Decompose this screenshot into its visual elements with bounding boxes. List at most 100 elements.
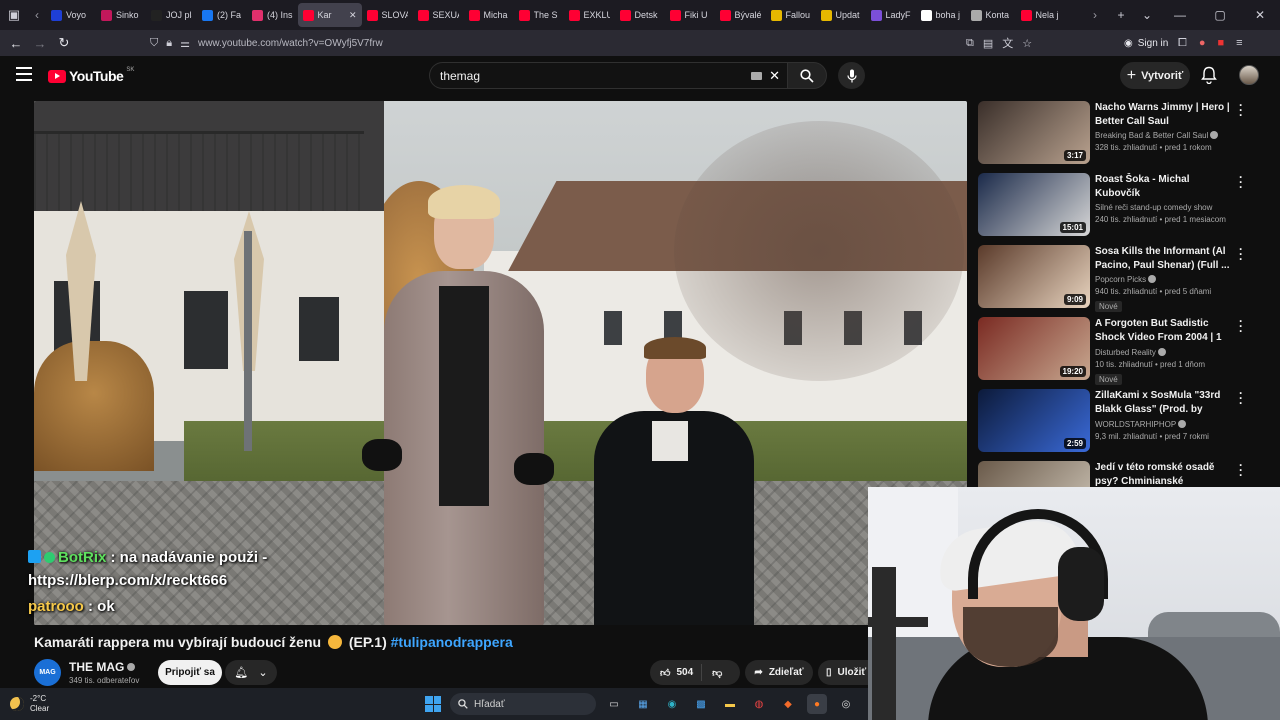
recommendation-thumbnail[interactable]: 3:17 <box>978 101 1090 164</box>
forward-icon[interactable]: → <box>28 36 52 51</box>
browser-tab[interactable]: JOJ play <box>146 3 197 27</box>
channel-name-text[interactable]: Popcorn Picks <box>1095 275 1146 284</box>
extensions-icon[interactable]: ⧠ <box>1178 37 1187 50</box>
reload-icon[interactable]: ↻ <box>52 35 76 51</box>
more-actions-icon[interactable]: · · · <box>1237 315 1245 337</box>
browser-tab[interactable]: Konta <box>966 3 1016 27</box>
recommendation-title[interactable]: ZillaKami x SosMula "33rd Blakk Glass" (… <box>1095 389 1235 417</box>
search-button[interactable] <box>787 62 827 89</box>
browser-tab[interactable]: Bývalé <box>715 3 766 27</box>
tab-overview-icon[interactable]: ▣ <box>0 0 28 30</box>
more-actions-icon[interactable]: · · · <box>1237 171 1245 193</box>
browser-tab[interactable]: Voyo <box>46 3 96 27</box>
minimize-icon[interactable]: — <box>1160 8 1200 22</box>
browser-tab[interactable]: boha j <box>916 3 966 27</box>
recommendation-thumbnail[interactable]: 15:01 <box>978 173 1090 236</box>
notifications-button[interactable] <box>1201 66 1217 89</box>
picture-in-picture-icon[interactable]: ⧉ <box>966 37 974 50</box>
recommendation-title[interactable]: A Forgoten But Sadistic Shock Video From… <box>1095 317 1235 345</box>
keyboard-icon[interactable] <box>751 72 762 80</box>
hashtag-link[interactable]: #tulipanodrappera <box>391 634 513 650</box>
recommendation-channel[interactable]: Popcorn Picks <box>1095 275 1235 284</box>
more-actions-icon[interactable]: · · · <box>1237 101 1245 121</box>
extension-badge-icon[interactable]: ■ <box>1217 37 1224 49</box>
browser-tab[interactable]: Detsk <box>615 3 665 27</box>
browser-tab[interactable]: SLOVA <box>362 3 413 27</box>
recommendation-item[interactable]: 15:01 Roast Šoka - Michal Kubovčík Silné r… <box>978 171 1248 245</box>
search-input[interactable]: themag ✕ <box>429 62 787 89</box>
chrome-icon[interactable]: ◍ <box>749 694 769 714</box>
browser-tab[interactable]: Updat <box>816 3 866 27</box>
browser-tab[interactable]: SEXUA <box>413 3 464 27</box>
recommendation-channel[interactable]: Silné reči stand-up comedy show <box>1095 203 1235 212</box>
clear-search-icon[interactable]: ✕ <box>769 68 780 84</box>
windows-start-icon[interactable] <box>425 696 441 712</box>
url-bar[interactable]: ⛉ 🔒︎ ⚌ www.youtube.com/watch?v=OWyfj5V7f… <box>150 33 1050 53</box>
guide-menu-icon[interactable] <box>16 67 32 81</box>
recommendation-thumbnail[interactable] <box>978 461 1090 487</box>
reader-view-icon[interactable]: ▤ <box>983 37 993 50</box>
account-avatar[interactable] <box>1239 65 1259 85</box>
like-button[interactable]: 👍︎ 504 <box>650 664 703 681</box>
recommendation-title[interactable]: Jedí v této romské osadě psy? Chminiansk… <box>1095 461 1235 487</box>
dislike-button[interactable]: 👎︎ <box>702 667 732 679</box>
recommendation-item[interactable]: 19:20 A Forgoten But Sadistic Shock Video… <box>978 315 1248 389</box>
voice-search-button[interactable] <box>838 62 865 89</box>
channel-name-text[interactable]: Disturbed Reality <box>1095 348 1156 357</box>
edge-icon[interactable]: ◉ <box>662 694 682 714</box>
browser-tab[interactable]: Kar ✕ <box>297 3 362 27</box>
more-actions-icon[interactable]: · · · <box>1237 459 1245 481</box>
recommendation-item[interactable]: Jedí v této romské osadě psy? Chminiansk… <box>978 459 1248 487</box>
recommendation-title[interactable]: Roast Šoka - Michal Kubovčík <box>1095 173 1235 200</box>
bookmark-star-icon[interactable]: ☆ <box>1022 37 1032 50</box>
task-view-icon[interactable]: ▭ <box>604 694 624 714</box>
close-window-icon[interactable]: ✕ <box>1240 8 1280 22</box>
browser-tab[interactable]: Fallou <box>766 3 816 27</box>
subscription-notifications-button[interactable]: 🔔︎ ⌄ <box>225 660 277 685</box>
taskbar-search[interactable]: Hľadať <box>450 693 596 715</box>
tabs-scroll-left-icon[interactable]: ‹ <box>28 8 46 22</box>
recommendation-thumbnail[interactable]: 2:59 <box>978 389 1090 452</box>
more-actions-icon[interactable]: · · · <box>1237 387 1245 409</box>
share-button[interactable]: ➦ Zdieľať <box>745 660 813 685</box>
shield-icon[interactable]: ⛉ <box>150 37 158 50</box>
tabs-scroll-right-icon[interactable]: › <box>1086 8 1104 22</box>
photos-icon[interactable]: ▩ <box>691 694 711 714</box>
browser-tab[interactable]: (4) Ins <box>247 3 298 27</box>
tab-list-chevron-icon[interactable]: ⌄ <box>1134 8 1160 22</box>
create-button[interactable]: + Vytvoriť <box>1120 62 1190 89</box>
browser-tab[interactable]: Fiki U <box>665 3 715 27</box>
url-text[interactable]: www.youtube.com/watch?v=OWyfj5V7frw <box>198 38 383 49</box>
channel-name-text[interactable]: Breaking Bad & Better Call Saul <box>1095 131 1208 140</box>
brave-icon[interactable]: ◆ <box>778 694 798 714</box>
recommendation-title[interactable]: Sosa Kills the Informant (Al Pacino, Pau… <box>1095 245 1235 272</box>
file-explorer-icon[interactable]: ▬ <box>720 694 740 714</box>
channel-name-text[interactable]: WORLDSTARHIPHOP <box>1095 420 1176 429</box>
youtube-logo[interactable]: YouTube SK <box>48 67 134 84</box>
browser-tab[interactable]: Micha <box>464 3 514 27</box>
recommendation-thumbnail[interactable]: 19:20 <box>978 317 1090 380</box>
recommendation-channel[interactable]: Breaking Bad & Better Call Saul <box>1095 131 1235 140</box>
recommendation-thumbnail[interactable]: 9:09 <box>978 245 1090 308</box>
app-menu-icon[interactable]: ≡ <box>1236 37 1242 49</box>
recommendation-item[interactable]: 2:59 ZillaKami x SosMula "33rd Blakk Glas… <box>978 387 1248 461</box>
extension-color-icon[interactable]: ● <box>1199 37 1206 49</box>
recommendation-channel[interactable]: WORLDSTARHIPHOP <box>1095 420 1235 429</box>
channel-name-text[interactable]: Silné reči stand-up comedy show <box>1095 203 1212 212</box>
close-tab-icon[interactable]: ✕ <box>349 10 357 21</box>
browser-tab[interactable]: Sinko <box>96 3 146 27</box>
maximize-icon[interactable]: ▢ <box>1200 8 1240 22</box>
obs-icon[interactable]: ◎ <box>836 694 856 714</box>
join-button[interactable]: Pripojiť sa <box>158 660 222 685</box>
firefox-icon[interactable]: ● <box>807 694 827 714</box>
recommendation-title[interactable]: Nacho Warns Jimmy | Hero | Better Call S… <box>1095 101 1235 128</box>
lock-icon[interactable]: 🔒︎ <box>166 37 172 50</box>
translate-icon[interactable]: 文 <box>1002 35 1013 51</box>
browser-tab[interactable]: EXKLU <box>564 3 615 27</box>
back-icon[interactable]: ← <box>4 36 28 51</box>
search-query[interactable]: themag <box>440 69 480 83</box>
browser-tab[interactable]: Nela j <box>1016 3 1066 27</box>
channel-name-text[interactable]: THE MAG <box>69 660 124 674</box>
more-actions-icon[interactable]: · · · <box>1237 243 1245 265</box>
sign-in-button[interactable]: ◉ Sign in <box>1124 34 1168 52</box>
